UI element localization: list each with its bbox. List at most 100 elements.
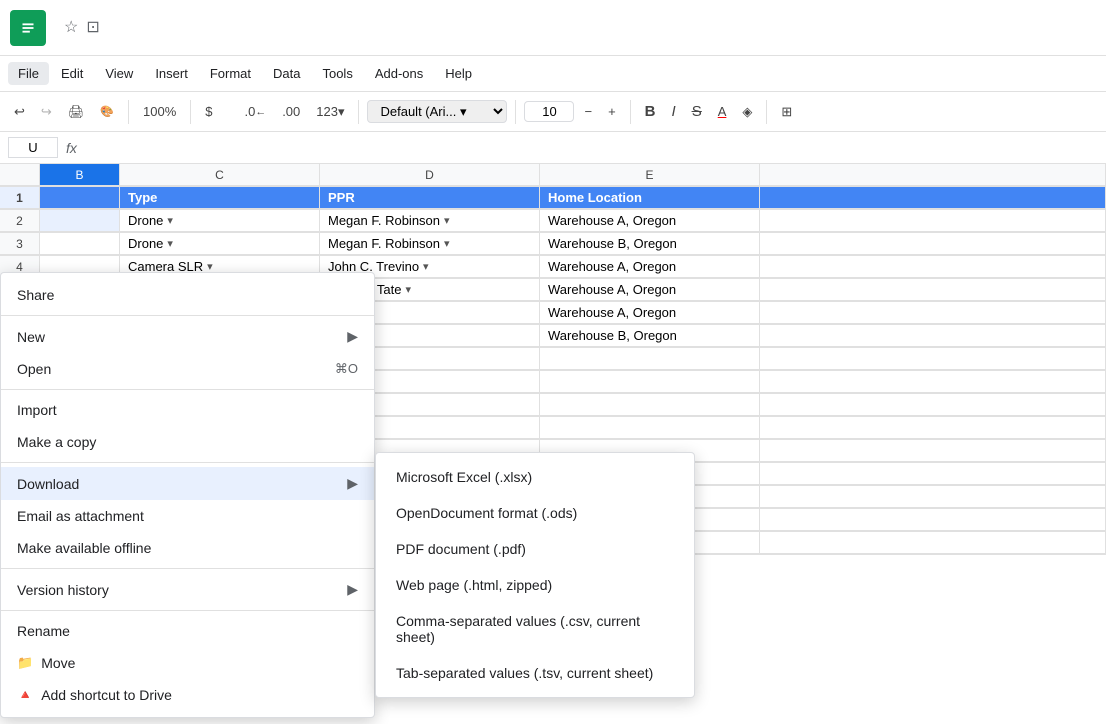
cell-3-c[interactable]: Drone ▾ bbox=[120, 233, 320, 255]
menu-addons[interactable]: Add-ons bbox=[365, 62, 433, 85]
cell-12-rest bbox=[760, 440, 1106, 462]
sheet-container: B C D E 1 Type PPR Home Location 2 Drone… bbox=[0, 164, 1106, 724]
cell-3-b[interactable] bbox=[40, 233, 120, 255]
cell-11-e[interactable] bbox=[540, 417, 760, 439]
percent-button[interactable] bbox=[223, 108, 235, 116]
download-csv[interactable]: Comma-separated values (.csv, current sh… bbox=[376, 603, 694, 655]
download-tsv[interactable]: Tab-separated values (.tsv, current shee… bbox=[376, 655, 694, 691]
cell-6-rest bbox=[760, 302, 1106, 324]
cell-reference-input[interactable] bbox=[8, 137, 58, 158]
menu-insert[interactable]: Insert bbox=[145, 62, 198, 85]
cell-2-d[interactable]: Megan F. Robinson ▾ bbox=[320, 210, 540, 232]
cell-15-rest bbox=[760, 509, 1106, 531]
row-num-3: 3 bbox=[0, 233, 40, 255]
col-header-empty bbox=[0, 164, 40, 186]
download-xlsx[interactable]: Microsoft Excel (.xlsx) bbox=[376, 459, 694, 495]
download-submenu: Microsoft Excel (.xlsx) OpenDocument for… bbox=[375, 452, 695, 698]
cell-4-e[interactable]: Warehouse A, Oregon bbox=[540, 256, 760, 278]
separator-5 bbox=[630, 100, 631, 124]
separator-6 bbox=[766, 100, 767, 124]
col-header-e[interactable]: E bbox=[540, 164, 760, 186]
text-color-button[interactable]: A bbox=[712, 100, 733, 123]
print-button[interactable]: 🖨 bbox=[62, 100, 91, 124]
drive-icon: 🔺 bbox=[17, 687, 33, 703]
format-number-button[interactable]: 123▾ bbox=[310, 100, 350, 124]
cell-2-b[interactable] bbox=[40, 210, 120, 232]
borders-button[interactable]: ⊞ bbox=[775, 100, 798, 124]
decimal-decrease-button[interactable]: .0← bbox=[239, 100, 273, 123]
folder-icon[interactable]: ⊡ bbox=[86, 17, 99, 37]
file-menu-make-copy[interactable]: Make a copy bbox=[1, 426, 374, 458]
menu-view[interactable]: View bbox=[95, 62, 143, 85]
menu-tools[interactable]: Tools bbox=[312, 62, 362, 85]
file-menu-divider-1 bbox=[1, 315, 374, 316]
cell-6-e[interactable]: Warehouse A, Oregon bbox=[540, 302, 760, 324]
menu-help[interactable]: Help bbox=[435, 62, 482, 85]
fill-color-button[interactable]: ◈ bbox=[736, 100, 758, 124]
cell-7-e[interactable]: Warehouse B, Oregon bbox=[540, 325, 760, 347]
menu-data[interactable]: Data bbox=[263, 62, 310, 85]
file-menu-rename[interactable]: Rename bbox=[1, 615, 374, 647]
cell-11-rest bbox=[760, 417, 1106, 439]
download-html[interactable]: Web page (.html, zipped) bbox=[376, 567, 694, 603]
currency-button[interactable]: $ bbox=[199, 100, 218, 123]
cell-3-e[interactable]: Warehouse B, Oregon bbox=[540, 233, 760, 255]
cell-10-e[interactable] bbox=[540, 394, 760, 416]
menu-edit[interactable]: Edit bbox=[51, 62, 93, 85]
undo-button[interactable]: ↩ bbox=[8, 100, 31, 124]
menu-format[interactable]: Format bbox=[200, 62, 261, 85]
cell-2-e[interactable]: Warehouse A, Oregon bbox=[540, 210, 760, 232]
file-menu-version-history[interactable]: Version history ▶ bbox=[1, 573, 374, 606]
app-icon bbox=[10, 10, 46, 46]
cell-4-rest bbox=[760, 256, 1106, 278]
font-selector[interactable]: Default (Ari... ▾ bbox=[367, 100, 507, 123]
file-menu-email-attachment[interactable]: Email as attachment bbox=[1, 500, 374, 532]
fx-icon: fx bbox=[66, 140, 77, 156]
font-size-input[interactable] bbox=[524, 101, 574, 122]
zoom-button[interactable]: 100% bbox=[137, 100, 182, 123]
col-header-b[interactable]: B bbox=[40, 164, 120, 186]
redo-button[interactable]: ↪ bbox=[35, 100, 58, 124]
file-menu-add-shortcut[interactable]: 🔺 Add shortcut to Drive bbox=[1, 679, 374, 711]
font-size-down[interactable]: − bbox=[578, 100, 598, 123]
file-menu-divider-3 bbox=[1, 462, 374, 463]
file-menu-move[interactable]: 📁 Move bbox=[1, 647, 374, 679]
download-pdf[interactable]: PDF document (.pdf) bbox=[376, 531, 694, 567]
paint-format-button[interactable]: 🎨 bbox=[94, 101, 120, 122]
formula-bar: fx bbox=[0, 132, 1106, 164]
file-menu-make-offline[interactable]: Make available offline bbox=[1, 532, 374, 564]
bold-button[interactable]: B bbox=[639, 99, 662, 124]
strikethrough-button[interactable]: S bbox=[686, 99, 708, 124]
col-header-d[interactable]: D bbox=[320, 164, 540, 186]
cell-1-c[interactable]: Type bbox=[120, 187, 320, 209]
file-menu-open[interactable]: Open ⌘O bbox=[1, 353, 374, 385]
menu-bar: File Edit View Insert Format Data Tools … bbox=[0, 56, 1106, 92]
file-menu-import[interactable]: Import bbox=[1, 394, 374, 426]
cell-5-e[interactable]: Warehouse A, Oregon bbox=[540, 279, 760, 301]
star-icon[interactable]: ☆ bbox=[64, 17, 78, 37]
separator-1 bbox=[128, 100, 129, 124]
cell-9-e[interactable] bbox=[540, 371, 760, 393]
separator-4 bbox=[515, 100, 516, 124]
file-menu-share[interactable]: Share bbox=[1, 279, 374, 311]
file-menu-divider-4 bbox=[1, 568, 374, 569]
cell-2-c[interactable]: Drone ▾ bbox=[120, 210, 320, 232]
download-ods[interactable]: OpenDocument format (.ods) bbox=[376, 495, 694, 531]
file-menu-new[interactable]: New ▶ bbox=[1, 320, 374, 353]
cell-8-e[interactable] bbox=[540, 348, 760, 370]
cell-7-rest bbox=[760, 325, 1106, 347]
cell-1-d[interactable]: PPR bbox=[320, 187, 540, 209]
separator-3 bbox=[358, 100, 359, 124]
italic-button[interactable]: I bbox=[666, 99, 682, 124]
col-header-c[interactable]: C bbox=[120, 164, 320, 186]
cell-2-rest bbox=[760, 210, 1106, 232]
cell-3-d[interactable]: Megan F. Robinson ▾ bbox=[320, 233, 540, 255]
separator-2 bbox=[190, 100, 191, 124]
cell-3-rest bbox=[760, 233, 1106, 255]
font-size-up[interactable]: + bbox=[602, 100, 622, 123]
file-menu-download[interactable]: Download ▶ bbox=[1, 467, 374, 500]
cell-1-e[interactable]: Home Location bbox=[540, 187, 760, 209]
menu-file[interactable]: File bbox=[8, 62, 49, 85]
decimal-increase-button[interactable]: .00 bbox=[276, 100, 306, 123]
cell-1-b[interactable] bbox=[40, 187, 120, 209]
